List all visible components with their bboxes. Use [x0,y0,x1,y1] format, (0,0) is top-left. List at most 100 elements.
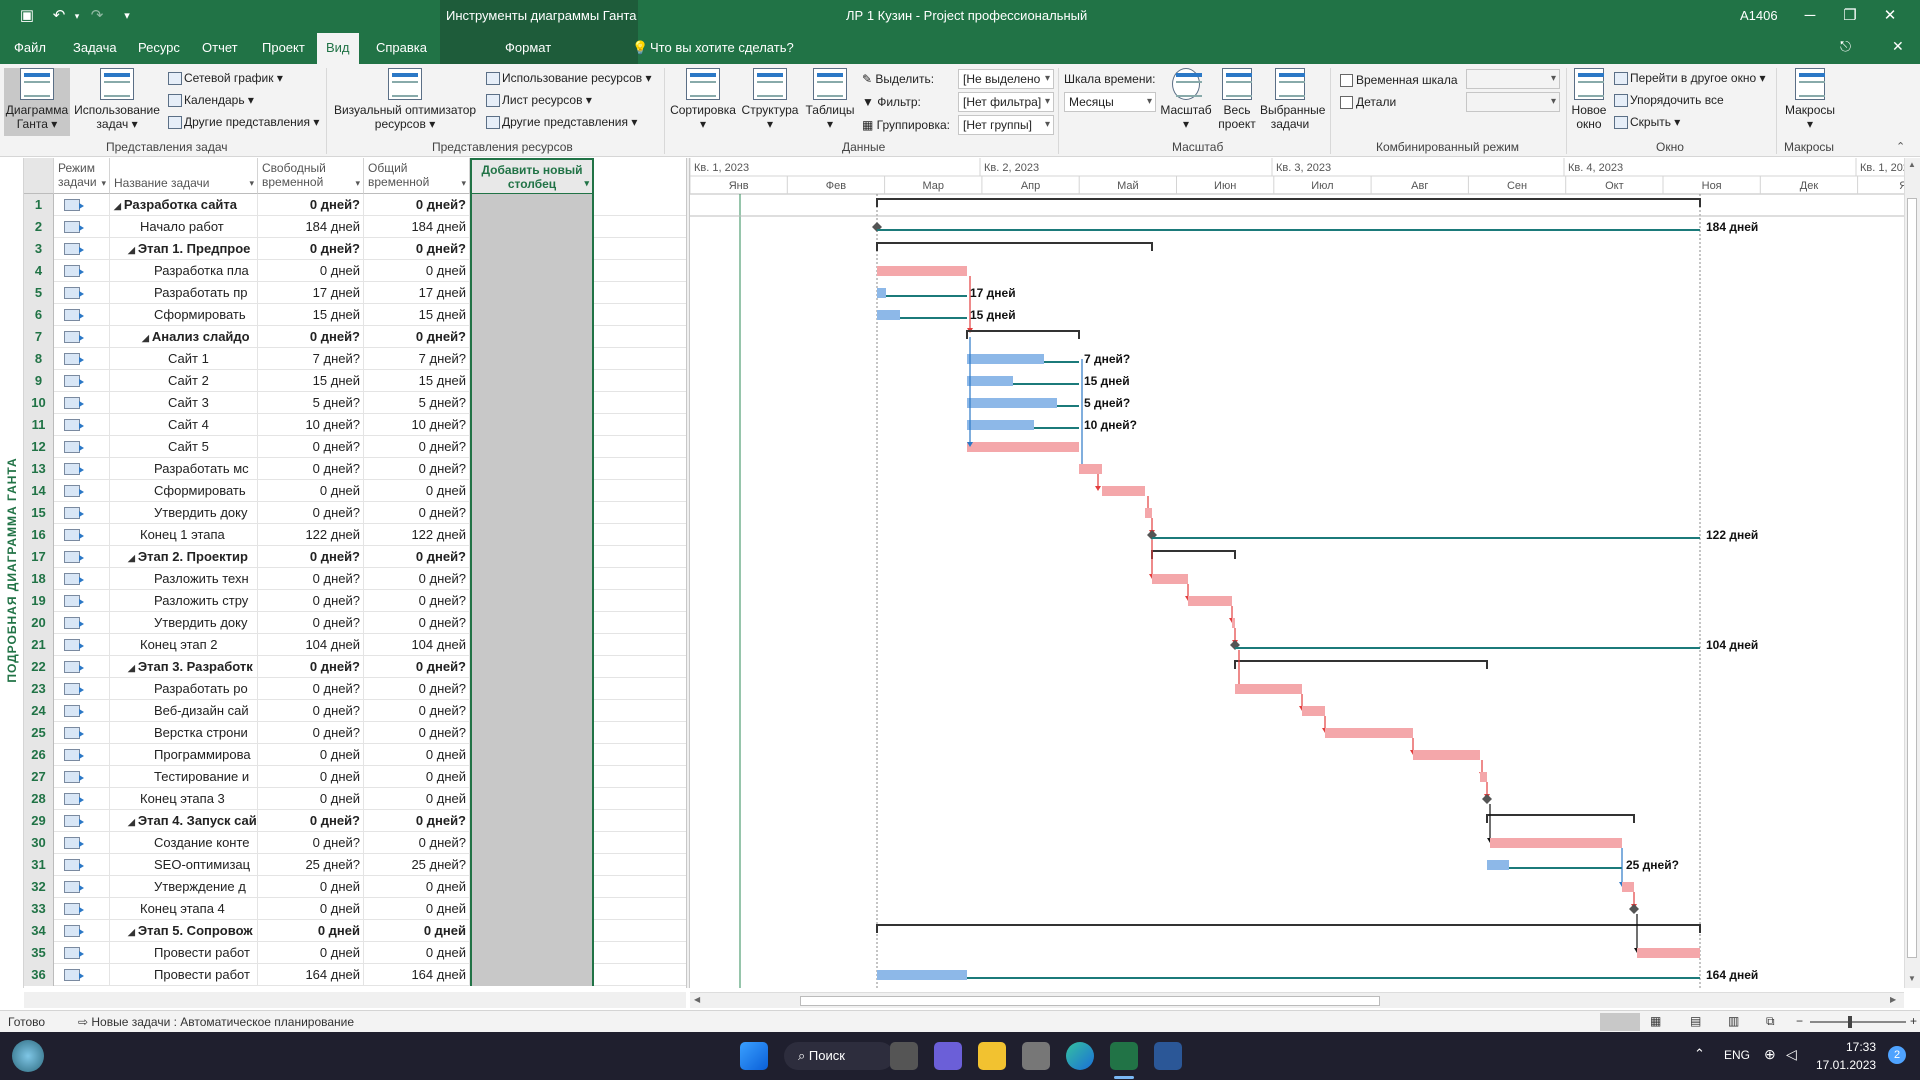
add-column-cell[interactable] [470,414,594,436]
task-name-cell[interactable]: Веб-дизайн сай [110,700,258,722]
task-mode-icon[interactable] [54,766,110,788]
task-mode-icon[interactable] [54,964,110,986]
table-row[interactable]: 26 Программирова 0 дней 0 дней [24,744,686,766]
table-row[interactable]: 1 ◢ Разработка сайта 0 дней? 0 дней? [24,194,686,216]
task-mode-icon[interactable] [54,612,110,634]
row-id[interactable]: 28 [24,788,54,810]
gantt-view-shortcut[interactable] [1600,1013,1640,1031]
table-row[interactable]: 6 Сформировать 15 дней 15 дней [24,304,686,326]
vertical-scroll-thumb[interactable] [1907,198,1917,958]
row-id[interactable]: 16 [24,524,54,546]
tell-me-search[interactable]: Что вы хотите сделать? [650,40,794,55]
task-mode-icon[interactable] [54,920,110,942]
task-name-cell[interactable]: ◢ Анализ слайдо [110,326,258,348]
add-column-cell[interactable] [470,304,594,326]
other-resource-views-button[interactable]: Другие представления ▾ [484,112,637,132]
zoom-in-icon[interactable]: + [1910,1014,1917,1028]
tab-view[interactable]: Вид [317,33,359,64]
collapse-icon[interactable]: ◢ [128,553,135,563]
task-mode-icon[interactable] [54,326,110,348]
total-slack-cell[interactable]: 0 дней? [364,326,470,348]
table-row[interactable]: 30 Создание конте 0 дней? 0 дней? [24,832,686,854]
table-row[interactable]: 19 Разложить стру 0 дней? 0 дней? [24,590,686,612]
table-row[interactable]: 8 Сайт 17 дней? 7 дней? [24,348,686,370]
teams-chat-icon[interactable] [934,1042,962,1070]
tables-button[interactable]: Таблицы ▾ [802,68,858,136]
task-mode-icon[interactable] [54,304,110,326]
switch-windows-button[interactable]: Перейти в другое окно ▾ [1612,68,1766,88]
add-column-cell[interactable] [470,656,594,678]
task-name-cell[interactable]: Утвердить доку [110,502,258,524]
task-mode-icon[interactable] [54,524,110,546]
add-column-cell[interactable] [470,480,594,502]
outline-button[interactable]: Структура ▾ [740,68,800,136]
free-slack-cell[interactable]: 7 дней? [258,348,364,370]
free-slack-cell[interactable]: 5 дней? [258,392,364,414]
free-slack-cell[interactable]: 0 дней? [258,722,364,744]
tab-help[interactable]: Справка [376,40,427,55]
total-slack-cell[interactable]: 0 дней? [364,722,470,744]
task-name-cell[interactable]: Разработка пла [110,260,258,282]
table-row[interactable]: 35 Провести работ 0 дней 0 дней [24,942,686,964]
task-mode-icon[interactable] [54,854,110,876]
scroll-right-icon[interactable]: ▶ [1890,995,1896,1004]
free-slack-cell[interactable]: 0 дней [258,898,364,920]
task-usage-button[interactable]: Использование задач ▾ [72,68,162,136]
row-id[interactable]: 26 [24,744,54,766]
free-slack-cell[interactable]: 0 дней [258,480,364,502]
table-row[interactable]: 20 Утвердить доку 0 дней? 0 дней? [24,612,686,634]
collapse-icon[interactable]: ◢ [114,201,121,211]
scroll-up-icon[interactable]: ▲ [1908,160,1916,169]
total-slack-cell[interactable]: 0 дней? [364,436,470,458]
add-column-cell[interactable] [470,392,594,414]
row-id[interactable]: 21 [24,634,54,656]
hide-button[interactable]: Скрыть ▾ [1612,112,1680,132]
task-mode-icon[interactable] [54,634,110,656]
task-mode-icon[interactable] [54,216,110,238]
free-slack-cell[interactable]: 122 дней [258,524,364,546]
row-id[interactable]: 6 [24,304,54,326]
task-mode-icon[interactable] [54,788,110,810]
task-name-cell[interactable]: ◢ Этап 1. Предпрое [110,238,258,260]
table-row[interactable]: 7 ◢ Анализ слайдо 0 дней? 0 дней? [24,326,686,348]
file-explorer-icon[interactable] [978,1042,1006,1070]
free-slack-cell[interactable]: 0 дней? [258,546,364,568]
tab-project[interactable]: Проект [262,40,305,55]
macros-button[interactable]: Макросы ▾ [1780,68,1840,136]
task-name-cell[interactable]: ◢ Этап 2. Проектир [110,546,258,568]
task-mode-icon[interactable] [54,744,110,766]
free-slack-cell[interactable]: 0 дней? [258,568,364,590]
free-slack-cell[interactable]: 0 дней? [258,326,364,348]
add-column-cell[interactable] [470,282,594,304]
table-row[interactable]: 3 ◢ Этап 1. Предпрое 0 дней? 0 дней? [24,238,686,260]
resource-usage-button[interactable]: Использование ресурсов ▾ [484,68,652,88]
free-slack-cell[interactable]: 0 дней? [258,656,364,678]
row-id[interactable]: 35 [24,942,54,964]
add-column-cell[interactable] [470,898,594,920]
add-column-cell[interactable] [470,722,594,744]
free-slack-cell[interactable]: 164 дней [258,964,364,986]
add-column-cell[interactable] [470,744,594,766]
task-name-cell[interactable]: Сайт 4 [110,414,258,436]
table-row[interactable]: 15 Утвердить доку 0 дней? 0 дней? [24,502,686,524]
zoom-slider[interactable] [1810,1021,1906,1023]
tab-report[interactable]: Отчет [202,40,238,55]
task-mode-icon[interactable] [54,546,110,568]
total-slack-cell[interactable]: 0 дней? [364,832,470,854]
table-row[interactable]: 36 Провести работ 164 дней 164 дней [24,964,686,986]
row-id[interactable]: 32 [24,876,54,898]
total-slack-cell[interactable]: 7 дней? [364,348,470,370]
add-column-cell[interactable] [470,502,594,524]
task-mode-icon[interactable] [54,458,110,480]
task-name-cell[interactable]: Разработать пр [110,282,258,304]
row-id[interactable]: 8 [24,348,54,370]
total-slack-cell[interactable]: 0 дней? [364,590,470,612]
total-slack-cell[interactable]: 15 дней [364,304,470,326]
task-mode-icon[interactable] [54,590,110,612]
row-id[interactable]: 15 [24,502,54,524]
free-slack-cell[interactable]: 17 дней [258,282,364,304]
details-checkbox[interactable]: Детали [1340,92,1396,112]
task-name-cell[interactable]: ◢ Этап 5. Сопровож [110,920,258,942]
task-name-cell[interactable]: SEO-оптимизац [110,854,258,876]
zoom-button[interactable]: Масштаб ▾ [1158,68,1214,136]
